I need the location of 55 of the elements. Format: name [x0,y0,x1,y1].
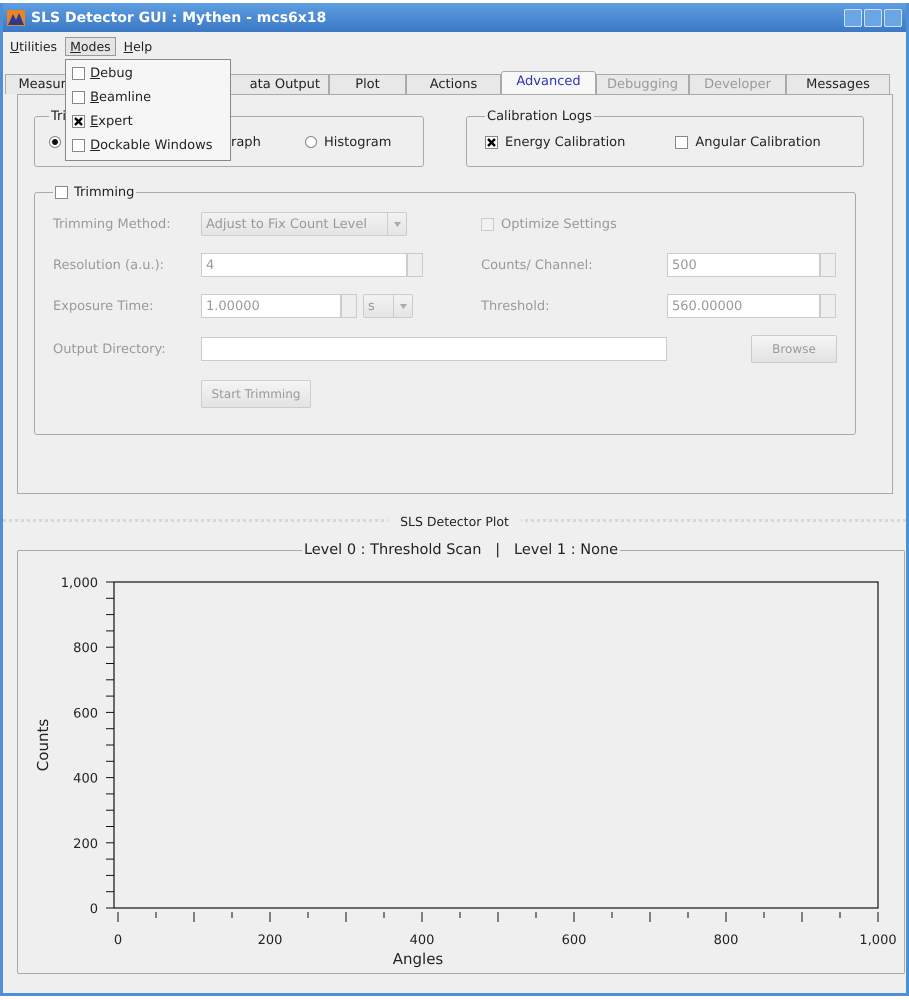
checkbox[interactable] [485,136,498,148]
tab[interactable]: Plot [329,74,406,94]
x-tick-label: 1,000 [859,933,897,948]
x-axis-label: Angles [392,950,444,968]
y-tick-label: 800 [73,641,98,656]
checkbox-label: Angular Calibration [695,134,821,150]
y-axis-label: Counts [34,718,52,772]
checkbox-label: Energy Calibration [505,134,626,150]
menu-option[interactable]: Beamline [90,90,152,105]
checkbox[interactable] [72,91,86,104]
y-tick-label: 600 [73,706,98,722]
group-title: Trimming [74,185,134,200]
minimize-button[interactable] [844,8,862,26]
dropdown-arrow-icon [394,222,400,226]
tab[interactable]: Actions [406,74,501,94]
field-label: Threshold: [481,298,550,314]
maximize-button[interactable] [864,8,882,26]
radio-button[interactable] [49,136,61,148]
plot-title: Level 0 : Threshold Scan | Level 1 : None [302,542,620,558]
checkbox[interactable] [72,139,86,152]
close-button[interactable] [884,8,902,26]
group-title: Calibration Logs [486,109,593,124]
menu-option[interactable]: Expert [90,114,133,129]
checkbox[interactable] [72,67,86,80]
radio-label: Histogram [324,134,392,150]
y-tick-label: 0 [90,902,98,917]
x-tick-label: 200 [258,933,282,948]
radio-button[interactable] [305,136,317,148]
x-tick-label: 800 [714,933,738,948]
window-title: SLS Detector GUI : Mythen - mcs6x18 [31,10,326,26]
menu-item[interactable]: Help [118,36,158,56]
menu-item[interactable]: Utilities [5,36,62,56]
dropdown-arrow-icon [400,304,406,308]
field-label: Trimming Method: [53,216,172,232]
mountain-logo-icon [7,10,25,26]
field-label: Exposure Time: [53,298,155,314]
menu-option[interactable]: Dockable Windows [90,138,212,153]
tab[interactable]: Messages [786,74,890,94]
field-label: Resolution (a.u.): [53,258,166,272]
x-tick-label: 600 [562,933,586,948]
dock-title: SLS Detector Plot [388,514,521,528]
y-tick-label: 400 [73,772,98,787]
checkbox[interactable] [72,115,86,128]
tab[interactable]: Advanced [501,71,596,94]
y-tick-label: 200 [73,836,98,852]
x-tick-label: 0 [114,933,122,948]
x-tick-label: 400 [410,933,434,948]
field-label: Output Directory: [53,342,167,356]
field-label: Counts/ Channel: [481,258,594,272]
y-tick-label: 1,000 [60,576,98,591]
group-title: Tri [50,109,67,124]
radio-label: raph [231,134,261,150]
menu-option[interactable]: Debug [90,66,133,81]
checkbox[interactable] [675,136,688,148]
checkbox-label: Optimize Settings [501,216,617,232]
